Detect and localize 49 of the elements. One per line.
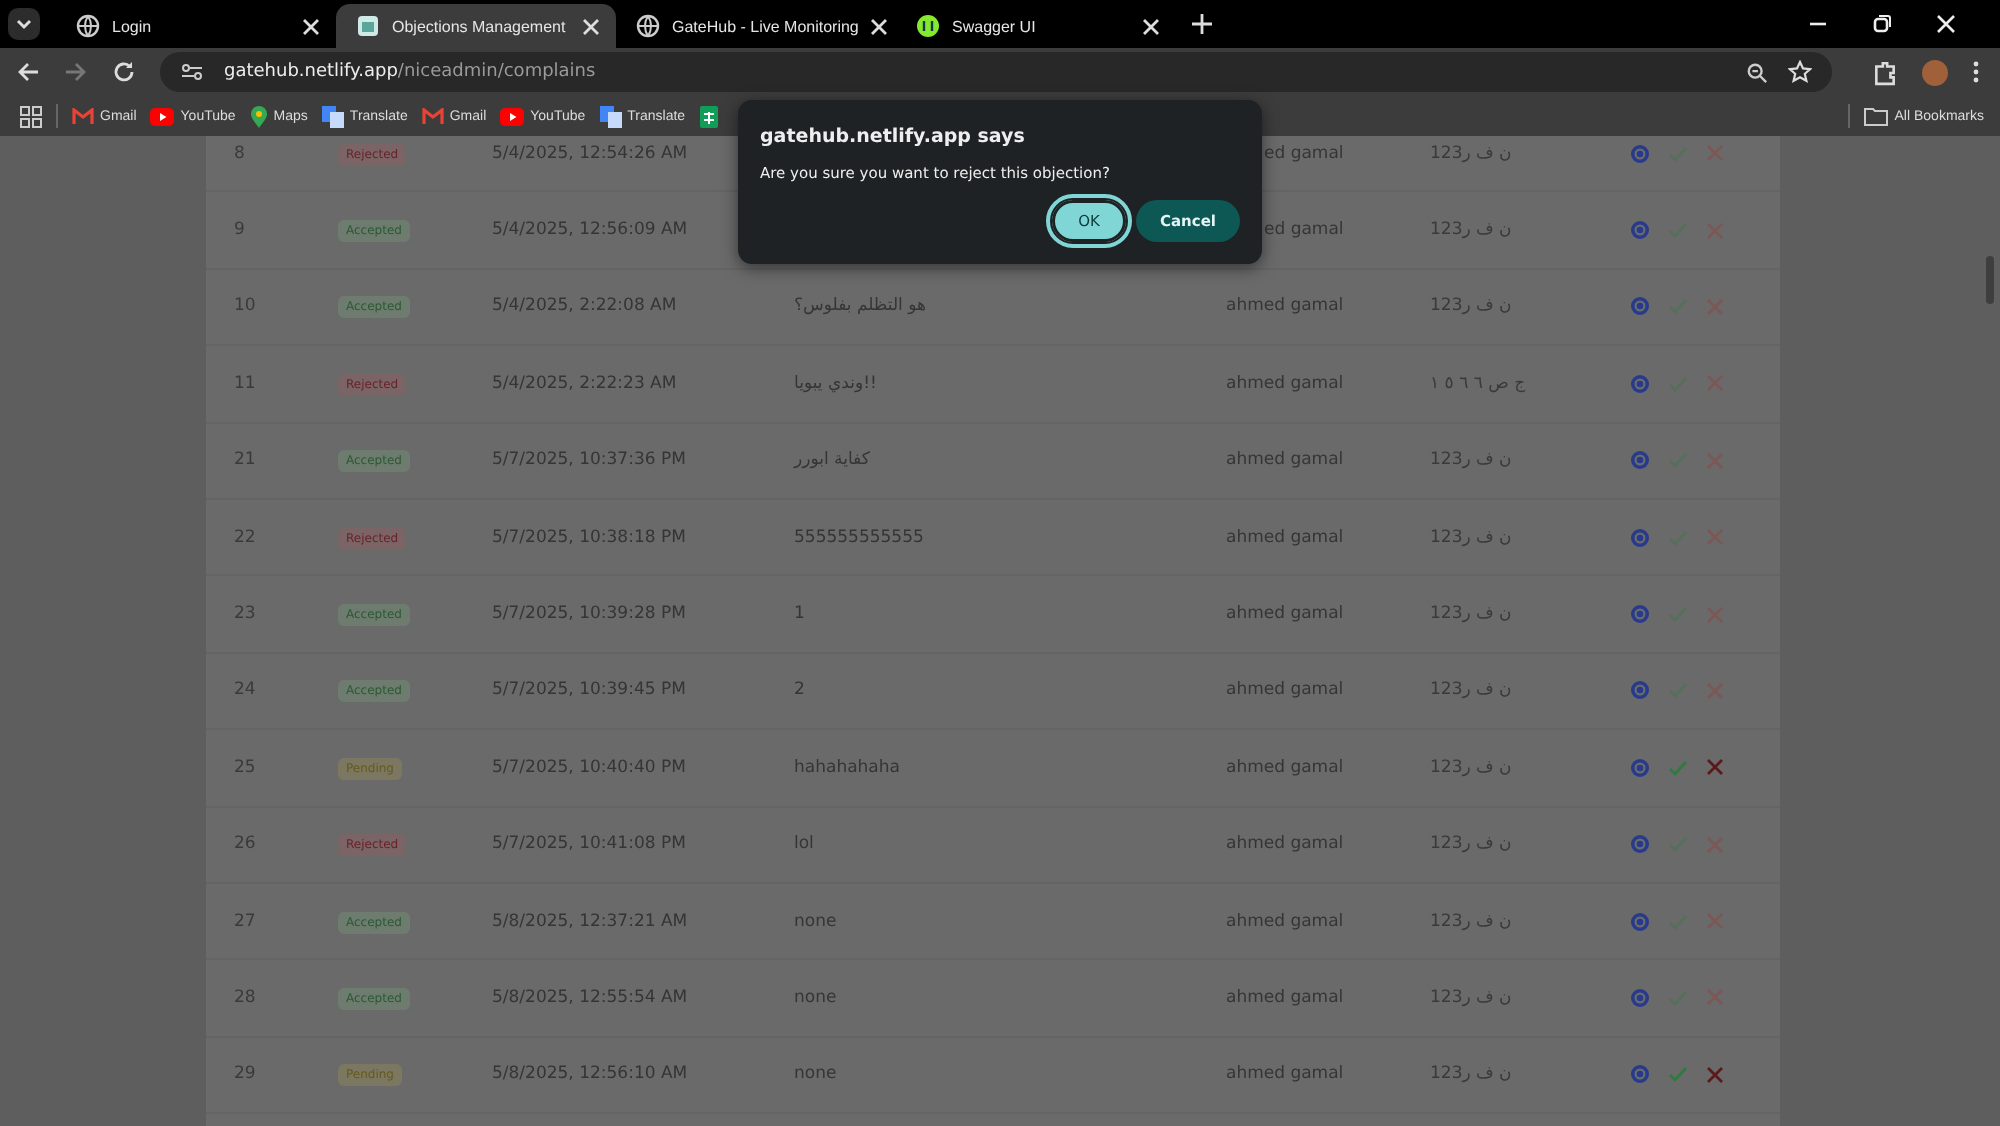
extensions-icon[interactable] <box>1872 59 1898 85</box>
globe-icon <box>76 14 100 38</box>
browser-tab[interactable]: Login <box>56 4 336 48</box>
swagger-icon <box>916 14 940 38</box>
eye-icon[interactable] <box>1630 680 1650 701</box>
browser-tab[interactable]: Swagger UI <box>896 4 1176 48</box>
eye-icon[interactable] <box>1630 143 1650 164</box>
chevron-down-icon <box>14 14 34 34</box>
eye-icon[interactable] <box>1630 527 1650 548</box>
eye-icon[interactable] <box>1630 373 1650 394</box>
browser-tab[interactable]: Objections Management <box>336 4 616 48</box>
browser-tab[interactable]: GateHub - Live Monitoring <box>616 4 896 48</box>
dialog-title: gatehub.netlify.app says <box>760 126 1027 148</box>
eye-icon[interactable] <box>1630 987 1650 1008</box>
new-tab-icon[interactable] <box>1192 14 1212 34</box>
play-icon <box>500 107 525 125</box>
restore-icon[interactable] <box>1872 14 1892 34</box>
apps-icon[interactable] <box>20 105 42 127</box>
mail-icon <box>72 107 94 125</box>
eye-icon[interactable] <box>1630 604 1650 625</box>
star-icon[interactable] <box>1788 60 1812 84</box>
eye-icon[interactable] <box>1630 834 1650 855</box>
play-icon <box>150 107 175 125</box>
mail-icon <box>421 107 444 125</box>
reload-icon[interactable] <box>112 60 136 84</box>
eye-icon[interactable] <box>1630 1064 1650 1085</box>
eye-icon[interactable] <box>1630 911 1650 932</box>
eye-icon[interactable] <box>1630 450 1650 471</box>
sheet-icon <box>699 105 718 127</box>
globe-icon <box>636 14 660 38</box>
check-icon[interactable] <box>1668 757 1688 778</box>
eye-icon[interactable] <box>1630 296 1650 317</box>
translate-icon <box>321 105 344 127</box>
bookmark-link[interactable] <box>699 105 718 127</box>
check-icon[interactable] <box>1668 1064 1688 1085</box>
site-settings-icon <box>180 60 204 84</box>
profile-avatar[interactable] <box>1922 59 1948 85</box>
folder-icon <box>1864 106 1889 126</box>
eye-icon[interactable] <box>1630 757 1650 778</box>
map-pin-icon <box>249 105 268 127</box>
translate-icon <box>599 105 622 127</box>
address-bar[interactable]: gatehub.netlify.app/niceadmin/complains <box>160 52 1832 92</box>
zoom-icon[interactable] <box>1746 61 1768 83</box>
forward-icon[interactable] <box>64 60 88 84</box>
eye-icon[interactable] <box>1630 220 1650 241</box>
menu-icon[interactable] <box>1972 60 1980 84</box>
back-icon[interactable] <box>16 60 40 84</box>
tab-search-button[interactable] <box>8 8 40 40</box>
app-icon <box>356 14 380 38</box>
